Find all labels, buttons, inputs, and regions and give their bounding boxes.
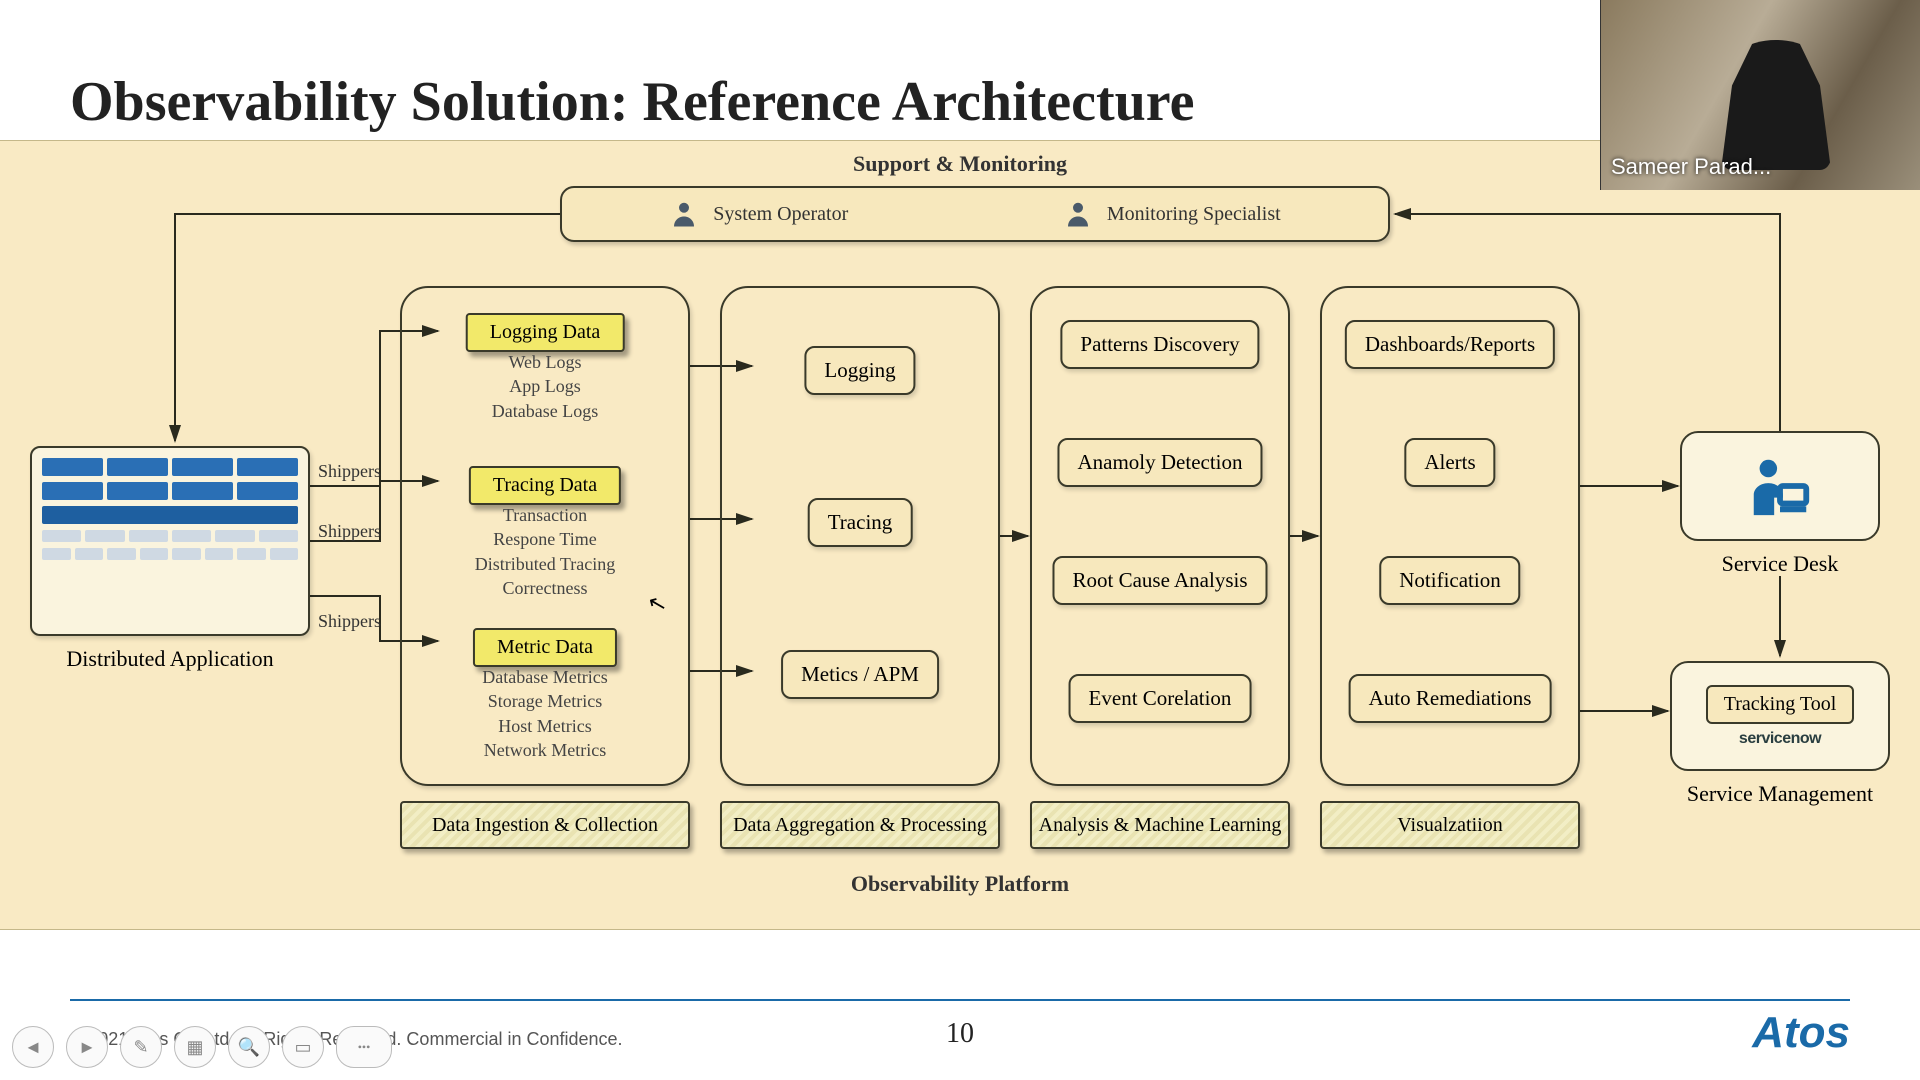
diagram-area: Support & Monitoring System Operator Mon… <box>0 140 1920 930</box>
footer-divider <box>70 999 1850 1001</box>
item: Database Metrics <box>402 665 688 689</box>
box-auto-remediations: Auto Remediations <box>1349 674 1552 723</box>
person-icon <box>669 199 699 229</box>
service-desk-icon <box>1745 451 1815 521</box>
slide: Observability Solution: Reference Archit… <box>0 0 1920 1080</box>
box-logging: Logging <box>804 346 915 395</box>
role-label: Monitoring Specialist <box>1107 203 1281 226</box>
box-dashboards: Dashboards/Reports <box>1345 320 1555 369</box>
stage-analysis-ml: Analysis & Machine Learning <box>1030 801 1290 849</box>
item: Host Metrics <box>402 714 688 738</box>
distributed-app-inner <box>42 458 298 624</box>
stage-data-aggregation: Data Aggregation & Processing <box>720 801 1000 849</box>
stage-visualization: Visualzatiion <box>1320 801 1580 849</box>
servicenow-logo: servicenow <box>1739 730 1821 748</box>
item: Respone Time <box>402 527 688 551</box>
col-analysis-ml: Patterns Discovery Anamoly Detection Roo… <box>1030 286 1290 786</box>
logging-items: Web Logs App Logs Database Logs <box>402 350 688 423</box>
col-visualization: Dashboards/Reports Alerts Notification A… <box>1320 286 1580 786</box>
metric-items: Database Metrics Storage Metrics Host Me… <box>402 665 688 762</box>
shipper-label: Shippers <box>318 521 381 542</box>
distributed-app-label: Distributed Application <box>30 646 310 672</box>
box-root-cause: Root Cause Analysis <box>1052 556 1267 605</box>
slides-button[interactable]: ▦ <box>174 1026 216 1068</box>
webcam-name-label: Sameer Parad... <box>1611 154 1771 180</box>
box-anomaly-detection: Anamoly Detection <box>1057 438 1262 487</box>
service-mgmt-label: Service Management <box>1670 781 1890 807</box>
item: Distributed Tracing <box>402 552 688 576</box>
shipper-label: Shippers <box>318 461 381 482</box>
person-icon <box>1063 199 1093 229</box>
webcam-silhouette <box>1721 40 1831 170</box>
pen-button[interactable]: ✎ <box>120 1026 162 1068</box>
shipper-label: Shippers <box>318 611 381 632</box>
role-label: System Operator <box>713 203 848 226</box>
col-data-ingestion: Logging Data Web Logs App Logs Database … <box>400 286 690 786</box>
item: Web Logs <box>402 350 688 374</box>
page-number: 10 <box>946 1018 974 1050</box>
item: App Logs <box>402 374 688 398</box>
next-button[interactable]: ► <box>66 1026 108 1068</box>
item: Network Metrics <box>402 738 688 762</box>
role-system-operator: System Operator <box>669 199 848 229</box>
distributed-app-panel <box>30 446 310 636</box>
webcam-overlay: Sameer Parad... <box>1600 0 1920 190</box>
box-metrics-apm: Metics / APM <box>781 650 939 699</box>
box-event-correlation: Event Corelation <box>1069 674 1252 723</box>
item: Correctness <box>402 576 688 600</box>
service-desk-box <box>1680 431 1880 541</box>
box-patterns-discovery: Patterns Discovery <box>1060 320 1259 369</box>
pill-logging-data: Logging Data <box>466 313 625 352</box>
prev-button[interactable]: ◄ <box>12 1026 54 1068</box>
pill-tracing-data: Tracing Data <box>469 466 621 505</box>
zoom-button[interactable]: 🔍 <box>228 1026 270 1068</box>
observability-platform-label: Observability Platform <box>0 871 1920 897</box>
slide-title: Observability Solution: Reference Archit… <box>70 70 1194 134</box>
roles-bar: System Operator Monitoring Specialist <box>560 186 1390 242</box>
subtitle-button[interactable]: ▭ <box>282 1026 324 1068</box>
pill-metric-data: Metric Data <box>473 628 617 667</box>
presentation-toolbar: ◄ ► ✎ ▦ 🔍 ▭ ••• <box>12 1026 392 1068</box>
role-monitoring-specialist: Monitoring Specialist <box>1063 199 1281 229</box>
item: Database Logs <box>402 399 688 423</box>
col-data-aggregation: Logging Tracing Metics / APM <box>720 286 1000 786</box>
service-desk-label: Service Desk <box>1680 551 1880 577</box>
box-notification: Notification <box>1379 556 1520 605</box>
more-button[interactable]: ••• <box>336 1026 392 1068</box>
box-tracing: Tracing <box>808 498 913 547</box>
tracing-items: Transaction Respone Time Distributed Tra… <box>402 503 688 600</box>
item: Transaction <box>402 503 688 527</box>
box-alerts: Alerts <box>1404 438 1495 487</box>
atos-logo: Atos <box>1752 1008 1850 1058</box>
service-mgmt-box: Tracking Tool servicenow <box>1670 661 1890 771</box>
tracking-tool-box: Tracking Tool <box>1706 685 1855 724</box>
stage-data-ingestion: Data Ingestion & Collection <box>400 801 690 849</box>
item: Storage Metrics <box>402 689 688 713</box>
